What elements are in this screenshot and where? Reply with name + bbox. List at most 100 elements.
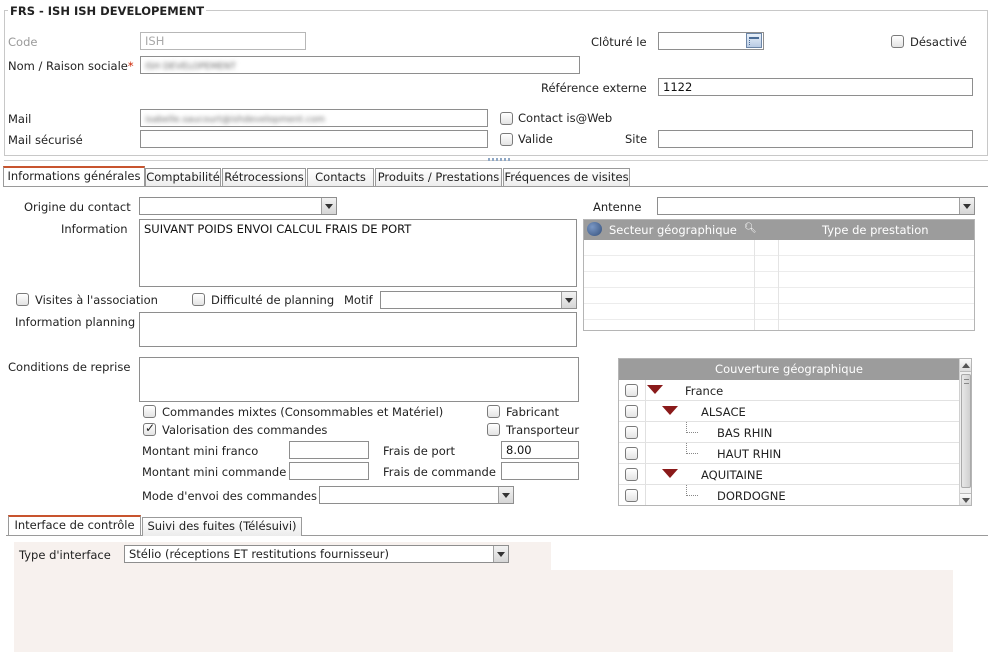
interface-subpanel [460, 570, 953, 652]
tree-row-checkbox[interactable] [625, 405, 638, 418]
coverage-scrollbar[interactable] [959, 359, 971, 505]
montant-franco-field[interactable] [289, 441, 369, 459]
expand-arrow-icon[interactable] [647, 385, 663, 394]
code-label: Code [8, 35, 38, 49]
desactive-checkbox[interactable] [891, 35, 904, 48]
tree-connector [686, 495, 698, 496]
tree-row-label: AQUITAINE [701, 468, 763, 482]
splitter-grip [488, 158, 510, 161]
visites-label: Visites à l'association [35, 293, 158, 307]
info-planning-textarea[interactable] [139, 312, 577, 347]
antenne-select[interactable] [657, 197, 975, 215]
name-label-text: Nom / Raison sociale [8, 59, 128, 73]
mail-field[interactable]: isabelle.saucourt@ishdevelopment.com [140, 109, 488, 127]
splitter-bar[interactable] [4, 157, 988, 161]
difficulte-label: Difficulté de planning [211, 293, 335, 307]
conditions-textarea[interactable] [139, 357, 579, 402]
sector-grid: Secteur géographique 🔍︎ Type de prestati… [583, 219, 975, 331]
origine-select[interactable] [139, 197, 337, 215]
commandes-mixtes-checkbox[interactable] [143, 405, 156, 418]
commandes-mixtes-label: Commandes mixtes (Consommables et Matéri… [162, 405, 444, 419]
tree-row[interactable]: BAS RHIN [619, 422, 959, 443]
name-field[interactable]: ISH DEVELOPEMENT [140, 56, 580, 74]
scroll-down-icon[interactable] [960, 493, 971, 505]
chevron-down-icon[interactable] [561, 292, 576, 308]
tab-informations-generales[interactable]: Informations générales [3, 166, 145, 186]
tree-row-checkbox[interactable] [625, 489, 638, 502]
tree-row-checkbox[interactable] [625, 426, 638, 439]
mode-envoi-select[interactable] [319, 486, 514, 504]
tab-retrocessions[interactable]: Rétrocessions [222, 168, 306, 187]
fabricant-label: Fabricant [506, 405, 559, 419]
coverage-title: Couverture géographique [715, 362, 863, 376]
frais-port-label: Frais de port [383, 444, 455, 458]
search-icon[interactable]: 🔍︎ [744, 220, 757, 238]
montant-commande-label: Montant mini commande [142, 465, 287, 479]
tree-row[interactable]: AQUITAINE [619, 464, 959, 485]
coverage-tree: Couverture géographique France ALSACE BA… [618, 358, 972, 506]
chevron-down-icon[interactable] [493, 546, 508, 562]
transporteur-label: Transporteur [506, 423, 580, 437]
tab-suivi-fuites[interactable]: Suivi des fuites (Télésuivi) [142, 517, 302, 536]
tab-strip-line [3, 186, 988, 187]
frais-port-field[interactable]: 8.00 [501, 441, 579, 459]
motif-select[interactable] [380, 291, 577, 309]
visites-checkbox[interactable] [16, 293, 29, 306]
tree-row[interactable]: HAUT RHIN [619, 443, 959, 464]
tab-interface-controle[interactable]: Interface de contrôle [8, 515, 141, 535]
sector-grid-body [584, 240, 974, 330]
mail-secure-label: Mail sécurisé [8, 133, 83, 147]
chevron-down-icon[interactable] [321, 198, 336, 214]
check-mark-icon: ✓ [145, 421, 156, 435]
mail-label: Mail [8, 112, 32, 126]
coverage-header: Couverture géographique [619, 359, 959, 380]
code-field[interactable]: ISH [140, 32, 306, 50]
name-label: Nom / Raison sociale* [8, 59, 134, 73]
difficulte-checkbox[interactable] [192, 293, 205, 306]
type-interface-label: Type d'interface [19, 548, 111, 562]
desactive-label: Désactivé [910, 35, 967, 49]
site-field[interactable] [658, 130, 973, 148]
expand-arrow-icon[interactable] [662, 406, 678, 415]
frais-commande-label: Frais de commande [383, 465, 496, 479]
tree-row[interactable]: DORDOGNE [619, 485, 959, 505]
frais-commande-field[interactable] [501, 462, 579, 480]
conditions-label: Conditions de reprise [8, 360, 131, 374]
tree-row-checkbox[interactable] [625, 384, 638, 397]
tree-row[interactable]: France [619, 380, 959, 401]
mail-secure-field[interactable] [140, 130, 488, 148]
chevron-down-icon[interactable] [498, 487, 513, 503]
expand-arrow-icon[interactable] [662, 469, 678, 478]
tree-row-label: HAUT RHIN [717, 447, 782, 461]
sector-col-header[interactable]: Secteur géographique [609, 221, 737, 239]
prestation-col-header[interactable]: Type de prestation [822, 221, 929, 239]
contact-isweb-checkbox[interactable] [500, 112, 513, 125]
tab-comptabilite[interactable]: Comptabilité [145, 168, 221, 187]
tree-row-checkbox[interactable] [625, 468, 638, 481]
chevron-down-icon[interactable] [959, 198, 974, 214]
tab-contacts[interactable]: Contacts [307, 168, 374, 187]
calendar-icon[interactable] [746, 33, 762, 48]
sector-grid-divider [778, 240, 779, 330]
tree-row[interactable]: ALSACE [619, 401, 959, 422]
valorisation-label: Valorisation des commandes [162, 423, 328, 437]
mode-envoi-label: Mode d'envoi des commandes [142, 489, 317, 503]
ref-externe-field[interactable]: 1122 [658, 78, 973, 96]
montant-commande-field[interactable] [289, 462, 369, 480]
sector-grid-header: Secteur géographique 🔍︎ Type de prestati… [584, 220, 974, 240]
information-textarea[interactable]: SUIVANT POIDS ENVOI CALCUL FRAIS DE PORT [139, 219, 577, 287]
globe-icon [587, 222, 602, 236]
scroll-up-icon[interactable] [960, 359, 971, 372]
tree-row-label: BAS RHIN [717, 426, 773, 440]
tree-row-checkbox[interactable] [625, 447, 638, 460]
tab-frequences-visites[interactable]: Fréquences de visites [503, 168, 630, 187]
tab-produits-prestations[interactable]: Produits / Prestations [375, 168, 502, 187]
type-interface-select[interactable]: Stélio (réceptions ET restitutions fourn… [124, 545, 509, 563]
fabricant-checkbox[interactable] [487, 405, 500, 418]
scroll-thumb[interactable] [961, 374, 971, 488]
valorisation-checkbox[interactable]: ✓ [143, 421, 156, 436]
info-planning-label: Information planning [15, 315, 136, 329]
valide-checkbox[interactable] [500, 133, 513, 146]
group-title: FRS - ISH ISH DEVELOPEMENT [8, 4, 207, 18]
transporteur-checkbox[interactable] [487, 423, 500, 436]
